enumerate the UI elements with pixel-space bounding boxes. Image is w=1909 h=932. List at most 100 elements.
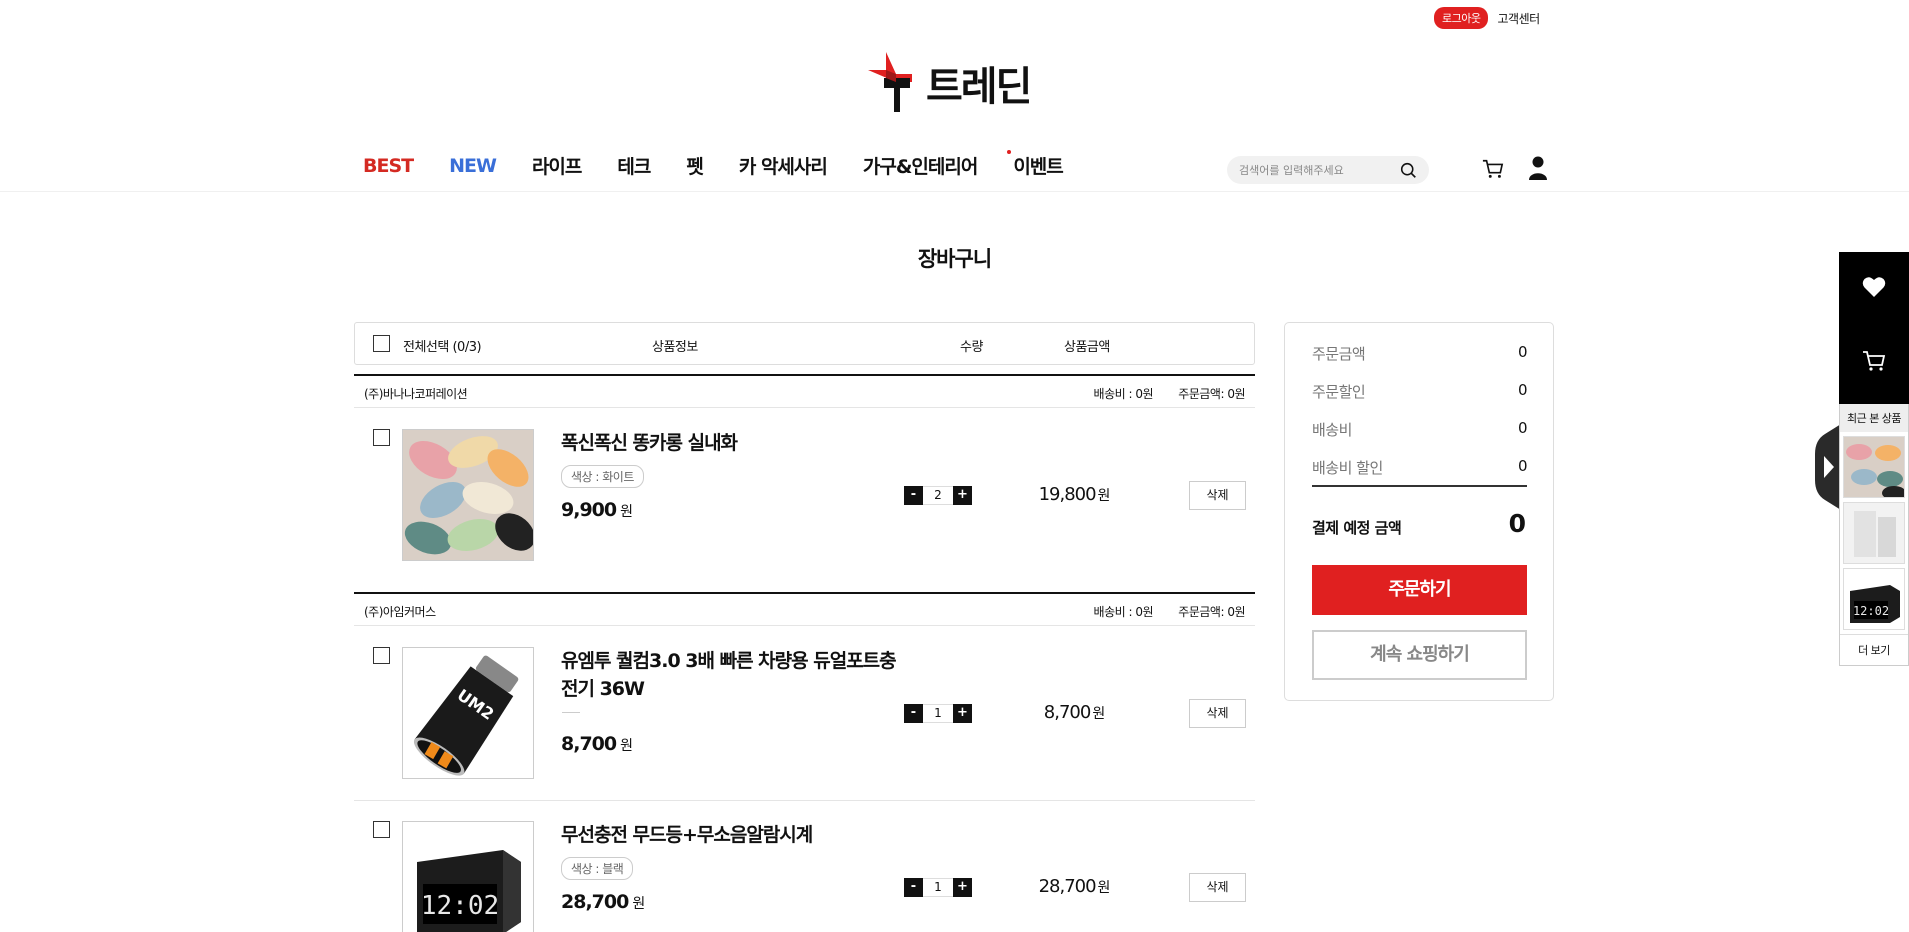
product-image-slippers[interactable] [402,429,534,561]
summary-shipping: 배송비 0 [1312,419,1528,440]
line-price-value: 8,700 [1043,702,1092,723]
product-name[interactable]: 유엠투 퀄컴3.0 3배 빠른 차량용 듀얼포트충전기 36W [561,647,901,703]
qty-increase-button[interactable]: + [953,486,972,505]
continue-shopping-button[interactable]: 계속 쇼핑하기 [1312,630,1527,680]
util-bar: 로그아웃 고객센터 [1434,7,1540,29]
summary-total-label: 결제 예정 금액 [1312,519,1402,537]
cart-item: 12:02 무선충전 무드등+무소음알람시계 색상 : 블랙 28,700 원 -… [354,821,1255,932]
unit-price-value: 8,700 [561,733,617,755]
qty-increase-button[interactable]: + [953,704,972,723]
recent-item-alarm-clock[interactable]: 12:02 [1843,568,1905,630]
heart-icon[interactable] [1862,276,1886,298]
product-name[interactable]: 무선충전 무드등+무소음알람시계 [561,821,901,849]
user-icon[interactable] [1528,156,1548,180]
seller-group-header: (주)바나나코퍼레이션 배송비 : 0원 주문금액: 0원 [354,374,1255,408]
product-name[interactable]: 폭신폭신 똥카롱 실내화 [561,429,901,457]
quantity-stepper: - 2 + [904,486,972,505]
line-price: 8,700 원 [1034,702,1114,723]
page-title: 장바구니 [917,247,992,271]
currency-label: 원 [1097,488,1111,504]
logout-button[interactable]: 로그아웃 [1434,7,1489,29]
recently-viewed-more-button[interactable]: 더 보기 [1840,634,1908,665]
summary-label: 주문할인 [1312,383,1366,401]
currency-label: 원 [1097,880,1111,896]
delete-button[interactable]: 삭제 [1189,481,1246,510]
svg-text:12:02: 12:02 [421,891,499,921]
item-checkbox[interactable] [373,821,390,838]
nav-item-pet[interactable]: 펫 [686,152,704,179]
summary-order-discount: 주문할인 0 [1312,381,1528,402]
currency-label: 원 [1092,706,1105,722]
recent-item-white-product[interactable] [1843,502,1905,564]
qty-increase-button[interactable]: + [953,878,972,897]
delete-button[interactable]: 삭제 [1189,699,1246,728]
nav-item-furniture[interactable]: 가구&인테리어 [863,152,978,179]
qty-decrease-button[interactable]: - [904,704,923,723]
quick-menu: 최근 본 상품 12:02 더 보기 [1839,252,1909,666]
select-all-label[interactable]: 전체선택 (0/3) [403,336,482,355]
quantity-stepper: - 1 + [904,704,972,723]
customer-center-link[interactable]: 고객센터 [1497,10,1540,27]
quantity-stepper: - 1 + [904,878,972,897]
summary-shipping-discount: 배송비 할인 0 [1312,457,1528,478]
seller-name: (주)아임커머스 [364,605,436,619]
order-button[interactable]: 주문하기 [1312,565,1527,615]
seller-group-header: (주)아임커머스 배송비 : 0원 주문금액: 0원 [354,592,1255,626]
option-placeholder-divider [562,712,580,713]
svg-text:12:02: 12:02 [1853,604,1889,618]
qty-decrease-button[interactable]: - [904,878,923,897]
qty-decrease-button[interactable]: - [904,486,923,505]
column-price: 상품금액 [1064,340,1110,355]
nav-item-tech[interactable]: 테크 [617,152,651,179]
product-image-car-charger[interactable]: UM2 [402,647,534,779]
nav-item-event[interactable]: 이벤트 [1007,150,1064,179]
quick-menu-toggle[interactable] [1815,424,1841,510]
unit-price: 28,700 원 [561,891,645,913]
seller-shipping: 배송비 : 0원 [1093,605,1154,619]
column-product-info: 상품정보 [652,340,698,355]
seller-name: (주)바나나코퍼레이션 [364,387,468,401]
nav-item-car-accessory[interactable]: 카 악세사리 [739,152,828,179]
nav-item-life[interactable]: 라이프 [532,152,582,179]
item-checkbox[interactable] [373,429,390,446]
line-price-value: 28,700 [1038,876,1097,897]
delete-button[interactable]: 삭제 [1189,873,1246,902]
item-divider [354,800,1255,801]
select-all-checkbox[interactable] [373,335,390,352]
item-checkbox[interactable] [373,647,390,664]
column-quantity: 수량 [960,340,983,355]
main-nav: BEST NEW 라이프 테크 펫 카 악세사리 가구&인테리어 이벤트 [363,150,1099,179]
qty-value[interactable]: 2 [923,486,953,505]
cart-icon[interactable] [1862,349,1886,373]
recent-item-slippers[interactable] [1843,436,1905,498]
search-icon[interactable] [1400,162,1417,179]
cart-icon[interactable] [1482,158,1504,180]
logo-mark-icon [868,52,912,112]
seller-total: 주문금액: 0원 [1178,387,1245,401]
currency-label: 원 [620,504,633,520]
nav-item-event-label: 이벤트 [1013,156,1063,178]
cart-list-header: 전체선택 (0/3) 상품정보 수량 상품금액 [354,322,1255,365]
product-image-alarm-clock[interactable]: 12:02 [402,821,534,932]
logo-text: 트레딘 [926,64,1032,110]
summary-label: 배송비 할인 [1312,459,1383,477]
cart-item: UM2 유엠투 퀄컴3.0 3배 빠른 차량용 듀얼포트충전기 36W 8,70… [354,647,1255,779]
search-input[interactable] [1239,163,1399,177]
summary-divider [1312,485,1527,487]
nav-item-new[interactable]: NEW [449,155,497,177]
summary-label: 배송비 [1312,421,1352,439]
summary-value: 0 [1517,419,1528,437]
qty-value[interactable]: 1 [923,704,953,723]
seller-total: 주문금액: 0원 [1178,605,1245,619]
site-logo[interactable]: 트레딘 [862,52,1032,114]
unit-price-value: 9,900 [561,499,617,521]
nav-divider [0,191,1909,192]
product-option: 색상 : 블랙 [561,857,634,880]
quick-menu-actions [1839,252,1909,404]
cart-item: 폭신폭신 똥카롱 실내화 색상 : 화이트 9,900 원 - 2 + 19,80… [354,429,1255,561]
order-summary: 주문금액 0 주문할인 0 배송비 0 배송비 할인 0 결제 예정 금액 0 … [1284,322,1554,701]
summary-label: 주문금액 [1312,345,1366,363]
summary-total-value: 0 [1508,509,1526,538]
nav-item-best[interactable]: BEST [363,155,414,177]
qty-value[interactable]: 1 [923,878,953,897]
